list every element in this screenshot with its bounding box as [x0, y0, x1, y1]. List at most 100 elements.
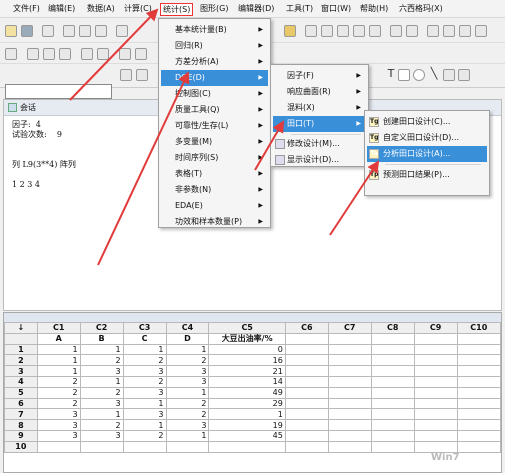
doe-menu-item-1[interactable]: 响应曲面(R) ▶ — [273, 84, 366, 100]
history-icon[interactable] — [353, 25, 365, 37]
line-icon[interactable]: ╲ — [428, 68, 440, 81]
data-cell[interactable] — [413, 375, 458, 388]
column-name-cell[interactable]: 大豆出油率/% — [208, 332, 286, 345]
column-name-cell[interactable]: A — [36, 332, 81, 345]
polyline-icon[interactable] — [443, 69, 455, 81]
menu-tools[interactable]: 工具(T) — [284, 3, 315, 16]
graph-folder-icon[interactable] — [369, 25, 381, 37]
data-cell[interactable]: 1 — [36, 354, 81, 367]
data-cell[interactable]: 2 — [79, 419, 124, 431]
column-header[interactable]: C1 — [36, 322, 81, 334]
data-cell[interactable] — [456, 365, 501, 377]
save-icon[interactable] — [21, 25, 33, 37]
filter-icon[interactable] — [97, 48, 109, 60]
column-header[interactable]: C10 — [456, 322, 501, 334]
column-header[interactable]: C9 — [413, 322, 458, 334]
stat-menu-item-5[interactable]: 质量工具(Q) ▶ — [161, 102, 268, 118]
data-cell[interactable] — [284, 354, 329, 367]
data-cell[interactable] — [370, 397, 415, 410]
data-cell[interactable] — [327, 419, 372, 431]
menu-data[interactable]: 数据(A) — [85, 3, 117, 16]
stat-menu-item-4[interactable]: 控制图(C) ▶ — [161, 86, 268, 102]
print-icon[interactable] — [42, 25, 54, 37]
info-icon[interactable] — [337, 25, 349, 37]
column-header[interactable]: C8 — [370, 322, 415, 334]
data-cell[interactable] — [413, 343, 458, 356]
data-cell[interactable] — [413, 386, 458, 399]
eraser-icon[interactable] — [135, 48, 147, 60]
data-cell[interactable] — [284, 365, 329, 377]
data-cell[interactable] — [327, 408, 372, 421]
row-number[interactable]: 4 — [4, 375, 38, 388]
data-cell[interactable]: 45 — [208, 429, 286, 442]
open-icon[interactable] — [5, 25, 17, 37]
data-cell[interactable]: 1 — [79, 343, 124, 356]
stat-menu-item-7[interactable]: 多变量(M) ▶ — [161, 134, 268, 150]
corner-cell[interactable]: ↓ — [4, 322, 38, 334]
menu-file[interactable]: 文件(F) — [11, 3, 42, 16]
menu-stat[interactable]: 统计(S) — [160, 3, 194, 16]
data-cell[interactable] — [413, 429, 458, 442]
data-cell[interactable]: 3 — [165, 375, 210, 388]
data-cell[interactable]: 2 — [122, 354, 167, 367]
menu-help[interactable]: 帮助(H) — [358, 3, 390, 16]
row-number[interactable]: 1 — [4, 343, 38, 356]
doe-menu-item-5[interactable]: 显示设计(D)... — [273, 152, 366, 168]
stat-menu-item-3[interactable]: DOE(D) ▶ — [161, 70, 268, 86]
worksheet-grid[interactable]: ↓ C1 C2 C3 C4 C5 C6 C7 C8 C9 C10 A B C D 大豆出油率/% 1 1 1 1 1 0 2… — [4, 322, 501, 453]
insert-icon[interactable] — [443, 25, 455, 37]
data-cell[interactable] — [413, 440, 458, 453]
data-cell[interactable]: 29 — [208, 397, 286, 410]
stat-menu-item-11[interactable]: EDA(E) ▶ — [161, 198, 268, 214]
data-cell[interactable] — [370, 343, 415, 356]
doe-menu-item-4[interactable]: 修改设计(M)... — [273, 136, 366, 152]
column-name-cell[interactable] — [413, 332, 458, 345]
data-cell[interactable] — [456, 386, 501, 399]
copy-icon[interactable] — [79, 25, 91, 37]
data-cell[interactable] — [456, 408, 501, 421]
data-cell[interactable]: 2 — [122, 429, 167, 442]
data-cell[interactable] — [327, 354, 372, 367]
delete-icon[interactable] — [459, 25, 471, 37]
doe-menu-item-3[interactable]: 田口(T) ▶ — [273, 116, 366, 132]
data-cell[interactable] — [370, 440, 415, 453]
edit-col-icon[interactable] — [5, 48, 17, 60]
taguchi-menu-item-3[interactable]: Tp 预测田口结果(P)... — [367, 167, 487, 183]
data-cell[interactable]: 2 — [36, 386, 81, 399]
data-cell[interactable] — [284, 375, 329, 388]
menu-six-sigma[interactable]: 六西格玛(X) — [397, 3, 445, 16]
column-header[interactable]: C6 — [284, 322, 329, 334]
column-name-cell[interactable] — [327, 332, 372, 345]
data-cell[interactable] — [456, 397, 501, 410]
data-cell[interactable]: 3 — [79, 365, 124, 377]
data-cell[interactable]: 1 — [79, 408, 124, 421]
row-number[interactable]: 10 — [4, 440, 38, 453]
data-cell[interactable] — [208, 440, 286, 453]
data-cell[interactable]: 2 — [165, 354, 210, 367]
data-cell[interactable]: 19 — [208, 419, 286, 431]
data-cell[interactable] — [413, 408, 458, 421]
row-number[interactable]: 7 — [4, 408, 38, 421]
data-cell[interactable]: 1 — [122, 397, 167, 410]
column-name-cell[interactable]: C — [122, 332, 167, 345]
data-cell[interactable]: 3 — [36, 419, 81, 431]
data-cell[interactable] — [370, 429, 415, 442]
data-cell[interactable] — [165, 440, 210, 453]
menu-calc[interactable]: 计算(C) — [122, 3, 154, 16]
row-number[interactable]: 9 — [4, 429, 38, 442]
data-cell[interactable] — [413, 419, 458, 431]
taguchi-menu-item-2[interactable]: Ta 分析田口设计(A)... — [367, 146, 487, 162]
data-cell[interactable]: 16 — [208, 354, 286, 367]
taguchi-menu-item-0[interactable]: Tg 创建田口设计(C)... — [367, 114, 487, 130]
undo-icon[interactable] — [116, 25, 128, 37]
column-header[interactable]: C2 — [79, 322, 124, 334]
data-cell[interactable]: 2 — [165, 408, 210, 421]
row-number[interactable]: 6 — [4, 397, 38, 410]
stat-menu-item-0[interactable]: 基本统计量(B) ▶ — [161, 22, 268, 38]
data-cell[interactable] — [327, 429, 372, 442]
doe-menu-item-2[interactable]: 混料(X) ▶ — [273, 100, 366, 116]
data-cell[interactable] — [413, 365, 458, 377]
data-cell[interactable] — [456, 343, 501, 356]
col-insert-icon[interactable] — [59, 48, 71, 60]
graph-select-combo[interactable] — [5, 84, 112, 99]
